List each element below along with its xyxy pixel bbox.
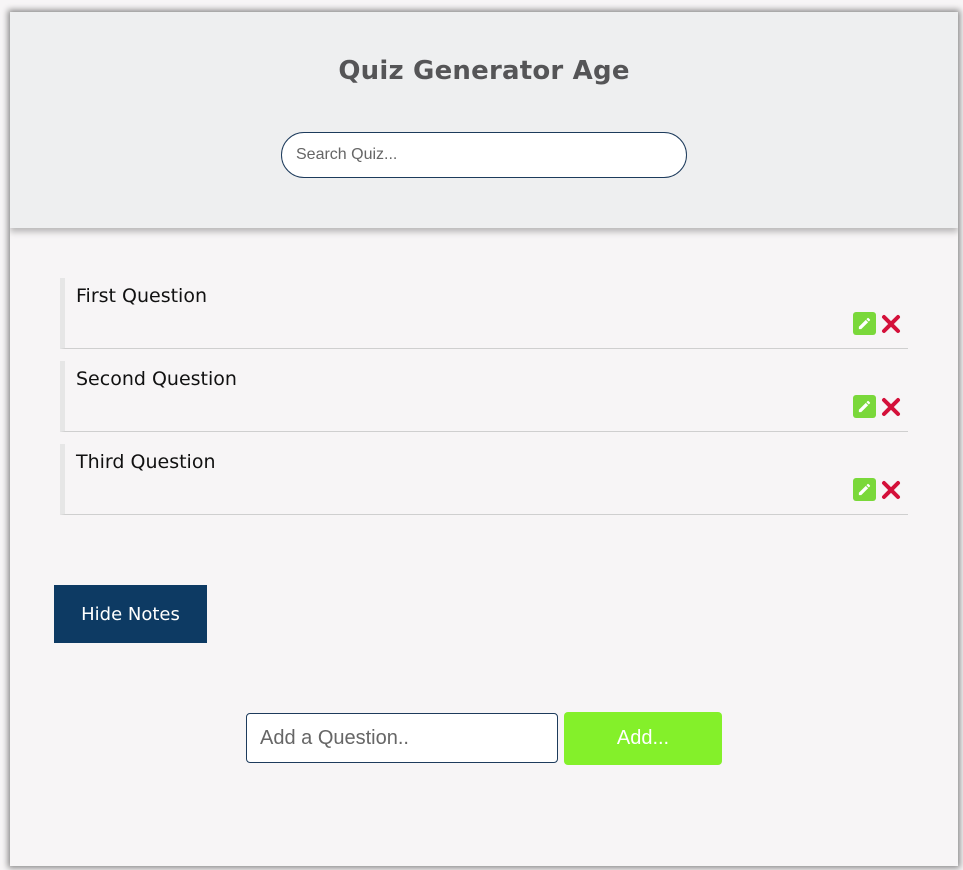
pencil-icon: [858, 483, 871, 496]
header: Quiz Generator Age: [10, 12, 958, 228]
close-icon: [882, 315, 900, 333]
hide-notes-button[interactable]: Hide Notes: [54, 585, 207, 643]
delete-button[interactable]: [880, 396, 902, 418]
question-text: First Question: [76, 285, 208, 307]
edit-button[interactable]: [853, 478, 876, 501]
app-window: Quiz Generator Age First Question Second…: [10, 12, 958, 866]
close-icon: [882, 398, 900, 416]
edit-button[interactable]: [853, 395, 876, 418]
edit-button[interactable]: [853, 312, 876, 335]
add-question-input[interactable]: [246, 713, 558, 763]
list-item: Third Question: [60, 444, 908, 515]
list-item: Second Question: [60, 361, 908, 432]
pencil-icon: [858, 400, 871, 413]
pencil-icon: [858, 317, 871, 330]
delete-button[interactable]: [880, 479, 902, 501]
question-list: First Question Second Question Third Que…: [60, 278, 908, 527]
page-title: Quiz Generator Age: [338, 56, 630, 86]
question-text: Second Question: [76, 368, 237, 390]
delete-button[interactable]: [880, 313, 902, 335]
add-button[interactable]: Add...: [564, 712, 722, 765]
list-item: First Question: [60, 278, 908, 349]
question-text: Third Question: [76, 451, 216, 473]
search-input[interactable]: [281, 132, 687, 178]
close-icon: [882, 481, 900, 499]
